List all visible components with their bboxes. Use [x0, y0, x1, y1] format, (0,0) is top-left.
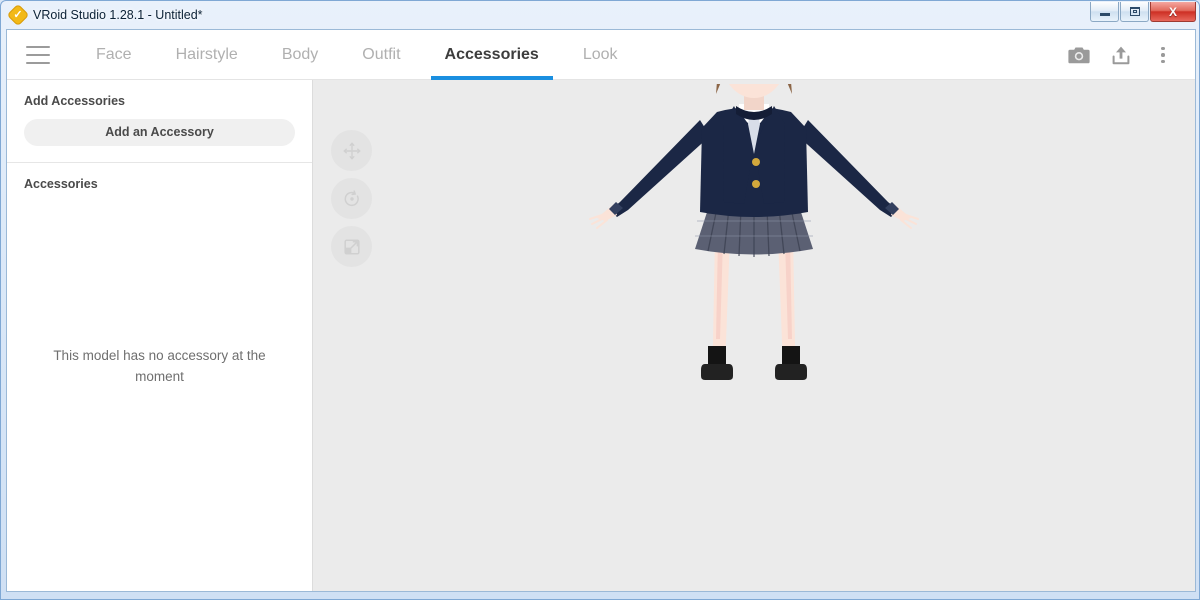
accessories-sidebar: Add Accessories Add an Accessory Accesso…: [7, 80, 313, 591]
accessories-empty-state: This model has no accessory at the momen…: [24, 202, 295, 591]
maximize-icon: [1130, 7, 1140, 16]
more-options-icon: [1161, 47, 1165, 64]
move-tool-button[interactable]: [331, 130, 372, 171]
tab-accessories[interactable]: Accessories: [423, 30, 561, 80]
tab-look[interactable]: Look: [561, 30, 640, 80]
close-icon: X: [1169, 5, 1177, 19]
add-an-accessory-button[interactable]: Add an Accessory: [24, 119, 295, 146]
tab-face[interactable]: Face: [74, 30, 154, 80]
accessories-list-section: Accessories This model has no accessory …: [7, 163, 312, 591]
window-controls: X: [1089, 2, 1196, 22]
tab-label: Outfit: [362, 46, 400, 64]
application-window: ✓ VRoid Studio 1.28.1 - Untitled* X Face: [0, 0, 1200, 600]
viewport-tools: [331, 130, 372, 267]
top-navigation-bar: Face Hairstyle Body Outfit Accessories L…: [7, 30, 1195, 80]
scale-tool-button[interactable]: [331, 226, 372, 267]
move-tool-icon: [342, 141, 362, 161]
tab-outfit[interactable]: Outfit: [340, 30, 422, 80]
app-client-area: Face Hairstyle Body Outfit Accessories L…: [6, 29, 1196, 592]
rotate-tool-icon: [342, 189, 362, 209]
tab-bar: Face Hairstyle Body Outfit Accessories L…: [74, 30, 640, 80]
title-bar: ✓ VRoid Studio 1.28.1 - Untitled* X: [1, 1, 1199, 29]
accessories-list-title: Accessories: [24, 177, 295, 191]
add-accessories-section: Add Accessories Add an Accessory: [7, 80, 312, 163]
tab-hairstyle[interactable]: Hairstyle: [154, 30, 260, 80]
add-accessories-title: Add Accessories: [24, 94, 295, 108]
minimize-icon: [1100, 13, 1110, 16]
app-icon: ✓: [10, 7, 26, 23]
minimize-button[interactable]: [1090, 2, 1119, 22]
window-title: VRoid Studio 1.28.1 - Untitled*: [33, 8, 203, 22]
empty-state-text: This model has no accessory at the momen…: [42, 346, 277, 387]
export-button[interactable]: [1103, 37, 1139, 73]
shoes: [701, 346, 807, 380]
camera-icon: [1068, 46, 1090, 65]
maximize-button[interactable]: [1120, 2, 1149, 22]
tab-label: Body: [282, 46, 318, 64]
hamburger-menu-icon[interactable]: [26, 46, 50, 64]
tab-label: Accessories: [445, 46, 539, 64]
topbar-actions: [1061, 30, 1181, 80]
scale-tool-icon: [342, 237, 362, 257]
more-options-button[interactable]: [1145, 37, 1181, 73]
close-button[interactable]: X: [1150, 2, 1196, 22]
tab-label: Face: [96, 46, 132, 64]
rotate-tool-button[interactable]: [331, 178, 372, 219]
tab-label: Look: [583, 46, 618, 64]
head: [716, 84, 792, 110]
tab-body[interactable]: Body: [260, 30, 340, 80]
export-icon: [1111, 45, 1131, 66]
tab-label: Hairstyle: [176, 46, 238, 64]
camera-button[interactable]: [1061, 37, 1097, 73]
main-content-row: Add Accessories Add an Accessory Accesso…: [7, 80, 1195, 591]
character-model: [584, 84, 924, 584]
jacket: [700, 104, 808, 217]
model-viewport[interactable]: [313, 80, 1195, 591]
